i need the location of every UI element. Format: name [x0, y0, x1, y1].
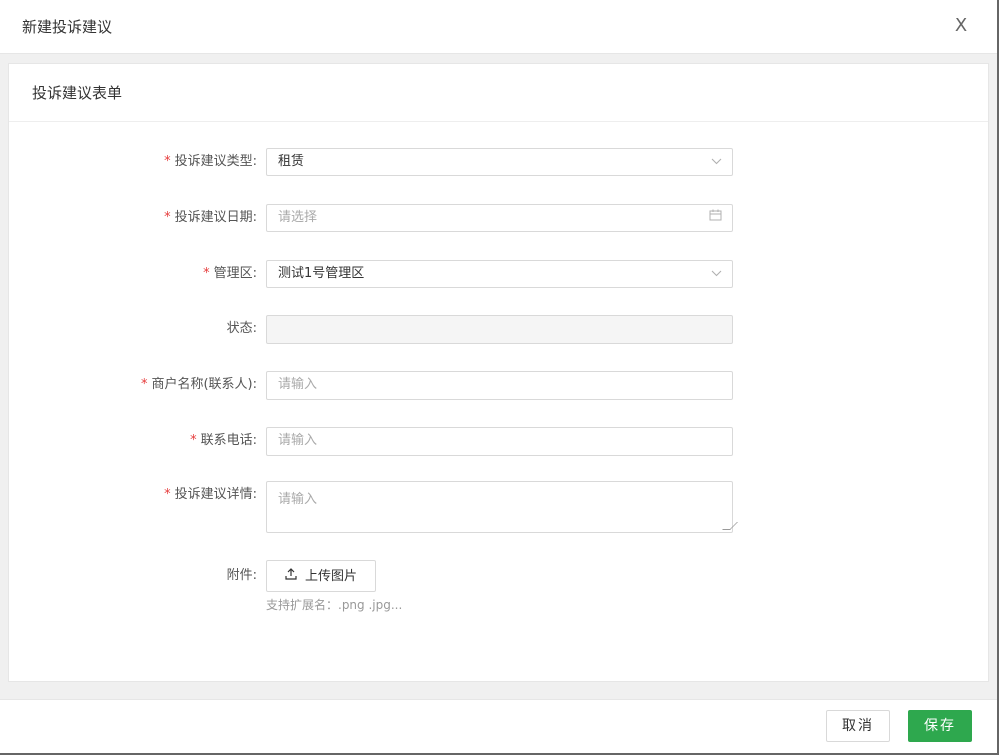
- attachment-label: 附件:: [226, 568, 257, 583]
- required-mark: *: [140, 377, 148, 392]
- required-mark: *: [190, 433, 197, 448]
- complaint-date-picker[interactable]: 请选择: [266, 204, 733, 232]
- details-textarea[interactable]: 请输入: [266, 481, 738, 533]
- status-label: 状态:: [226, 321, 257, 336]
- chevron-down-icon: [711, 261, 722, 287]
- required-mark: *: [203, 266, 210, 281]
- management-area-select[interactable]: 测试1号管理区: [266, 260, 733, 288]
- new-complaint-dialog: 新建投诉建议 X 投诉建议表单 * 投诉建议类型: 租赁 * 投诉建议日期: 请选择: [0, 0, 999, 755]
- merchant-name-input[interactable]: 请输入: [266, 371, 733, 400]
- dialog-header: 新建投诉建议 X: [0, 0, 997, 54]
- type-label: * 投诉建议类型:: [164, 154, 257, 169]
- form-section-title: 投诉建议表单: [9, 64, 988, 122]
- merchant-label: * 商户名称(联系人):: [140, 377, 257, 392]
- save-button[interactable]: 保存: [908, 710, 972, 742]
- attachment-hint: 支持扩展名：.png .jpg...: [266, 598, 403, 612]
- required-mark: *: [164, 154, 171, 169]
- upload-icon: [285, 561, 297, 591]
- chevron-down-icon: [711, 149, 722, 175]
- complaint-type-select[interactable]: 租赁: [266, 148, 733, 176]
- dialog-footer: 取消 保存: [0, 699, 997, 753]
- date-label: * 投诉建议日期:: [164, 210, 257, 225]
- required-mark: *: [164, 487, 171, 502]
- required-mark: *: [164, 210, 171, 225]
- upload-image-button[interactable]: 上传图片: [266, 560, 376, 592]
- details-label: * 投诉建议详情:: [164, 487, 257, 502]
- calendar-icon: [709, 205, 722, 231]
- cancel-button[interactable]: 取消: [826, 710, 890, 742]
- resize-handle-icon[interactable]: [722, 522, 738, 530]
- form-card: 投诉建议表单 *投诉建议类型: 租赁 *投诉建议日期: 请选择 *管理区:: [8, 63, 989, 682]
- phone-label: * 联系电话:: [190, 433, 257, 448]
- status-field: [266, 315, 733, 344]
- area-label: * 管理区:: [203, 266, 257, 281]
- close-button[interactable]: X: [951, 14, 971, 38]
- dialog-title: 新建投诉建议: [22, 18, 113, 36]
- phone-input[interactable]: 请输入: [266, 427, 733, 456]
